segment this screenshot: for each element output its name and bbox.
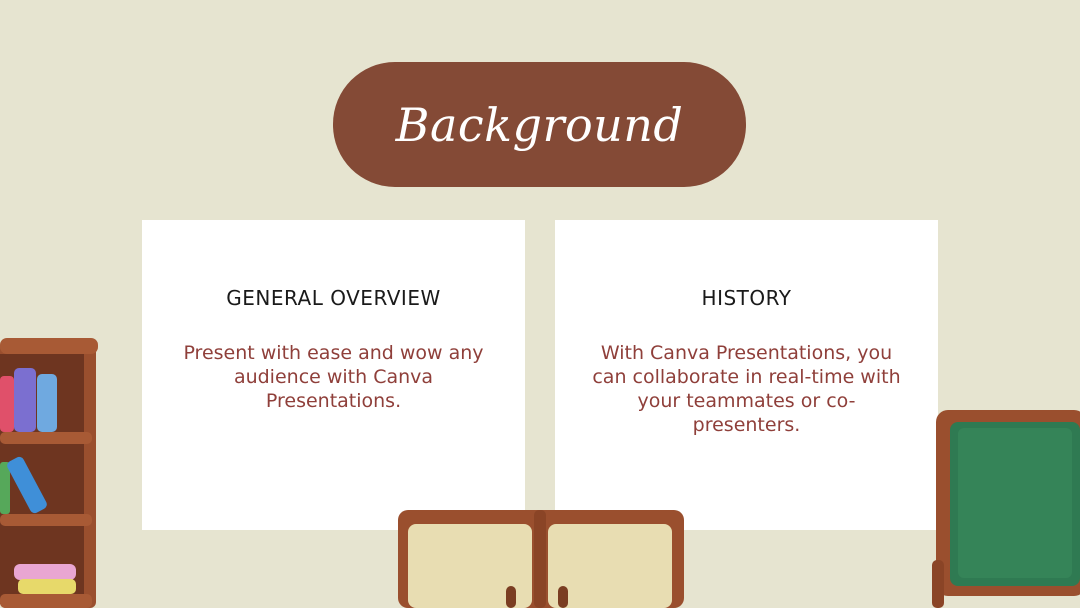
card-heading: HISTORY — [701, 286, 792, 310]
card-heading: GENERAL OVERVIEW — [226, 286, 441, 310]
slide-title: Background — [395, 97, 684, 152]
title-pill: Background — [333, 62, 746, 187]
card-body: Present with ease and wow any audience w… — [183, 342, 484, 412]
card-body: With Canva Presentations, you can collab… — [592, 342, 901, 436]
chalkboard-illustration-icon — [932, 410, 1080, 608]
sofa-illustration-icon — [398, 510, 684, 608]
bookshelf-illustration-icon — [0, 338, 98, 608]
card-general-overview: GENERAL OVERVIEW Present with ease and w… — [142, 220, 525, 530]
card-history: HISTORY With Canva Presentations, you ca… — [555, 220, 938, 530]
